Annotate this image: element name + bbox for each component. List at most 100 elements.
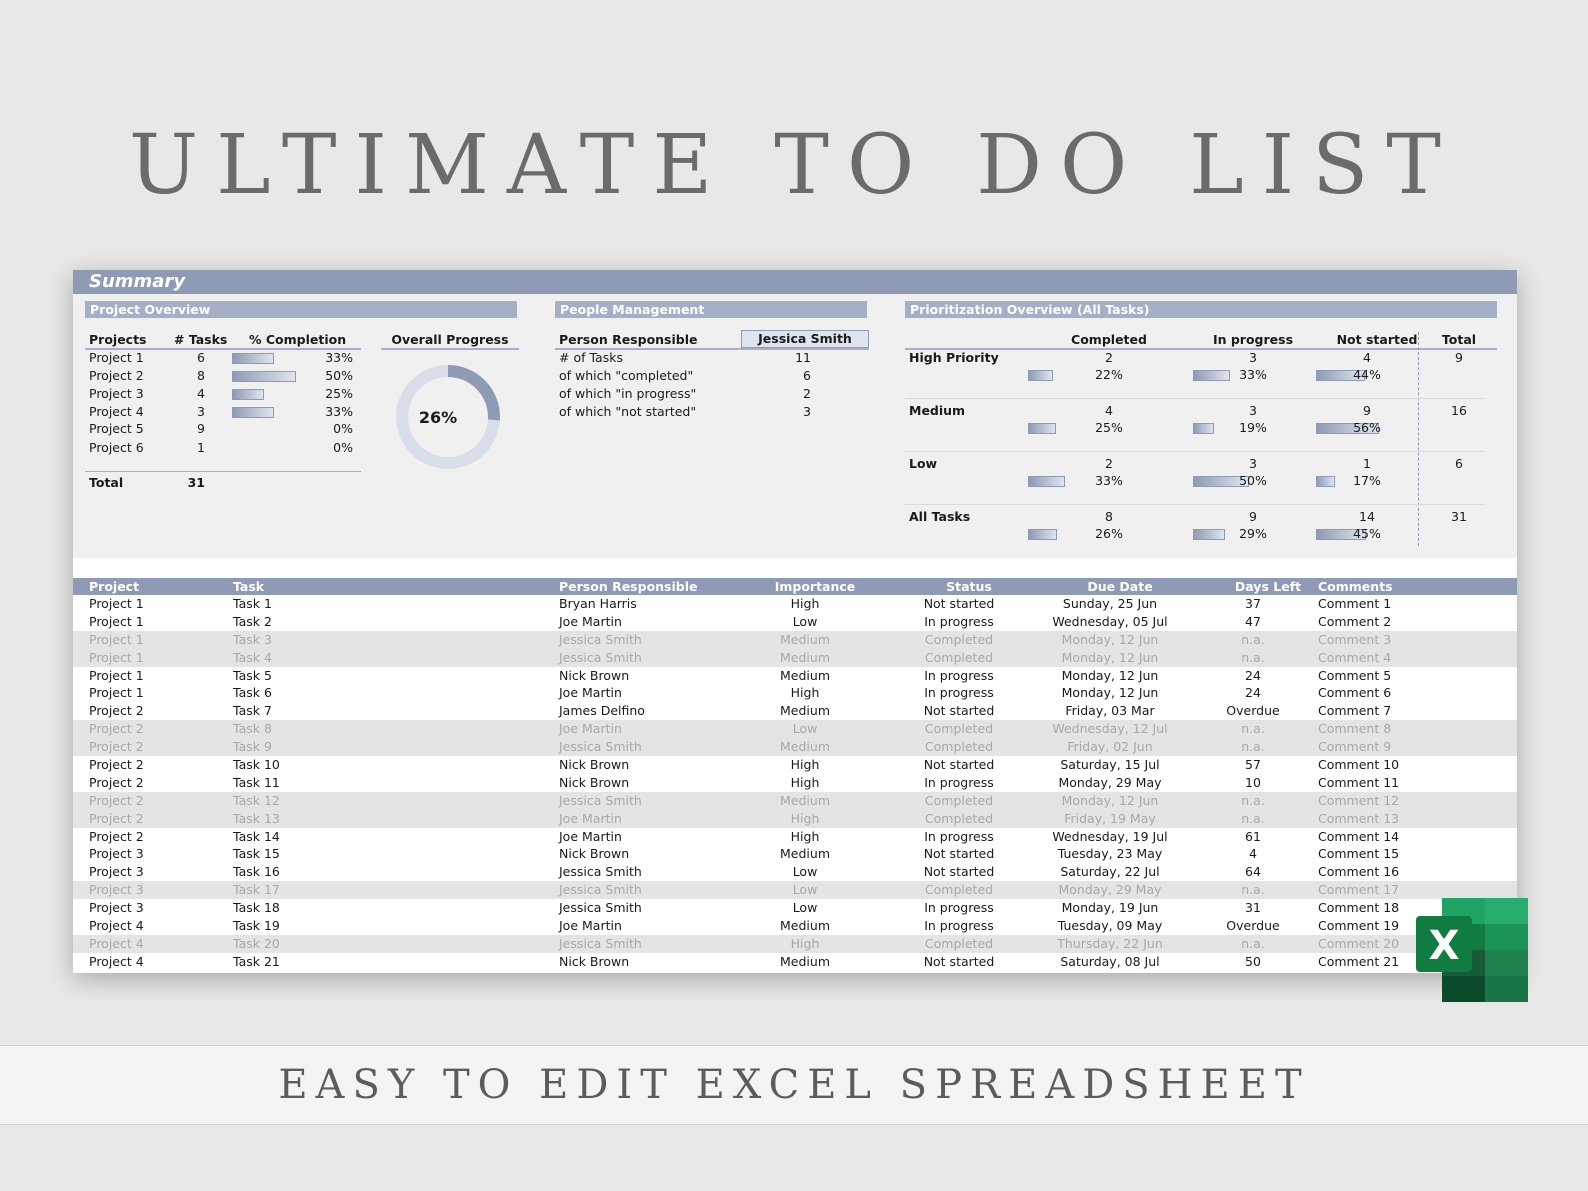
table-row[interactable]: Project 2 Task 13 Joe Martin High Completed F… (73, 809, 1517, 828)
cell-project[interactable]: Project 4 (89, 935, 144, 952)
cell-comment[interactable]: Comment 10 (1318, 756, 1399, 773)
cell-task[interactable]: Task 1 (233, 595, 272, 612)
cell-project[interactable]: Project 2 (89, 810, 144, 827)
cell-person[interactable]: Jessica Smith (559, 631, 642, 648)
cell-task[interactable]: Task 9 (233, 738, 272, 755)
cell-days-left[interactable]: 24 (1245, 684, 1261, 701)
cell-days-left[interactable]: 50 (1245, 953, 1261, 970)
cell-comment[interactable]: Comment 11 (1318, 774, 1399, 791)
cell-importance[interactable]: High (791, 828, 820, 845)
table-row[interactable]: Project 4 Task 21 Nick Brown Medium Not star… (73, 952, 1517, 971)
cell-importance[interactable]: High (791, 684, 820, 701)
cell-status[interactable]: Not started (924, 845, 995, 862)
cell-days-left[interactable]: n.a. (1241, 881, 1265, 898)
cell-importance[interactable]: Low (793, 899, 818, 916)
cell-person[interactable]: Jessica Smith (559, 738, 642, 755)
cell-project[interactable]: Project 4 (89, 953, 144, 970)
cell-comment[interactable]: Comment 6 (1318, 684, 1391, 701)
table-row[interactable]: Project 1 Task 1 Bryan Harris High Not start… (73, 595, 1517, 613)
cell-person[interactable]: Jessica Smith (559, 649, 642, 666)
cell-status[interactable]: Not started (924, 595, 995, 612)
table-row[interactable]: Project 2 Task 9 Jessica Smith Medium Comple… (73, 738, 1517, 757)
cell-comment[interactable]: Comment 16 (1318, 863, 1399, 880)
table-row[interactable]: Project 1 Task 6 Joe Martin High In progress… (73, 684, 1517, 703)
cell-days-left[interactable]: n.a. (1241, 738, 1265, 755)
cell-project[interactable]: Project 2 (89, 702, 144, 719)
cell-task[interactable]: Task 3 (233, 631, 272, 648)
cell-days-left[interactable]: 57 (1245, 756, 1261, 773)
cell-days-left[interactable]: Overdue (1226, 702, 1279, 719)
cell-comment[interactable]: Comment 1 (1318, 595, 1391, 612)
cell-project[interactable]: Project 2 (89, 828, 144, 845)
cell-importance[interactable]: Low (793, 720, 818, 737)
cell-person[interactable]: Nick Brown (559, 756, 629, 773)
cell-task[interactable]: Task 14 (233, 828, 280, 845)
cell-days-left[interactable]: n.a. (1241, 631, 1265, 648)
cell-person[interactable]: Joe Martin (559, 684, 622, 701)
cell-person[interactable]: Nick Brown (559, 667, 629, 684)
cell-days-left[interactable]: 64 (1245, 863, 1261, 880)
table-row[interactable]: Project 1 Task 3 Jessica Smith Medium Comple… (73, 630, 1517, 649)
cell-due-date[interactable]: Saturday, 15 Jul (1060, 756, 1159, 773)
table-row[interactable]: Project 3 Task 16 Jessica Smith Low Not star… (73, 863, 1517, 882)
table-row[interactable]: Project 3 Task 15 Nick Brown Medium Not star… (73, 845, 1517, 864)
th-task[interactable]: Task (233, 578, 264, 595)
cell-task[interactable]: Task 7 (233, 702, 272, 719)
cell-due-date[interactable]: Monday, 12 Jun (1062, 631, 1159, 648)
cell-due-date[interactable]: Wednesday, 19 Jul (1052, 828, 1167, 845)
cell-person[interactable]: James Delfino (559, 702, 645, 719)
cell-project[interactable]: Project 1 (89, 595, 144, 612)
cell-person[interactable]: Bryan Harris (559, 595, 637, 612)
table-row[interactable]: Project 1 Task 4 Jessica Smith Medium Comple… (73, 648, 1517, 667)
cell-importance[interactable]: Medium (780, 649, 830, 666)
cell-days-left[interactable]: n.a. (1241, 792, 1265, 809)
cell-importance[interactable]: Medium (780, 845, 830, 862)
cell-person[interactable]: Joe Martin (559, 613, 622, 630)
cell-project[interactable]: Project 2 (89, 720, 144, 737)
th-comments[interactable]: Comments (1318, 578, 1393, 595)
cell-due-date[interactable]: Monday, 12 Jun (1062, 684, 1159, 701)
cell-comment[interactable]: Comment 21 (1318, 953, 1399, 970)
cell-project[interactable]: Project 1 (89, 631, 144, 648)
cell-due-date[interactable]: Wednesday, 05 Jul (1052, 613, 1167, 630)
cell-due-date[interactable]: Monday, 29 May (1058, 881, 1161, 898)
cell-status[interactable]: Completed (925, 720, 993, 737)
cell-person[interactable]: Nick Brown (559, 953, 629, 970)
cell-days-left[interactable]: 61 (1245, 828, 1261, 845)
cell-person[interactable]: Joe Martin (559, 828, 622, 845)
cell-project[interactable]: Project 3 (89, 881, 144, 898)
cell-status[interactable]: In progress (924, 828, 994, 845)
cell-days-left[interactable]: 4 (1249, 845, 1257, 862)
cell-status[interactable]: Completed (925, 631, 993, 648)
cell-due-date[interactable]: Friday, 19 May (1064, 810, 1156, 827)
th-person[interactable]: Person Responsible (559, 578, 698, 595)
cell-comment[interactable]: Comment 15 (1318, 845, 1399, 862)
cell-project[interactable]: Project 3 (89, 863, 144, 880)
cell-status[interactable]: In progress (924, 684, 994, 701)
cell-comment[interactable]: Comment 12 (1318, 792, 1399, 809)
cell-importance[interactable]: Low (793, 881, 818, 898)
cell-task[interactable]: Task 19 (233, 917, 280, 934)
cell-status[interactable]: In progress (924, 917, 994, 934)
cell-days-left[interactable]: 47 (1245, 613, 1261, 630)
th-days[interactable]: Days Left (1235, 578, 1301, 595)
th-importance[interactable]: Importance (775, 578, 856, 595)
cell-due-date[interactable]: Monday, 12 Jun (1062, 792, 1159, 809)
table-row[interactable]: Project 4 Task 19 Joe Martin Medium In progr… (73, 917, 1517, 935)
cell-person[interactable]: Nick Brown (559, 845, 629, 862)
cell-comment[interactable]: Comment 19 (1318, 917, 1399, 934)
cell-days-left[interactable]: 37 (1245, 595, 1261, 612)
table-row[interactable]: Project 4 Task 20 Jessica Smith High Complet… (73, 934, 1517, 953)
cell-days-left[interactable]: 10 (1245, 774, 1261, 791)
cell-due-date[interactable]: Saturday, 08 Jul (1060, 953, 1159, 970)
cell-days-left[interactable]: n.a. (1241, 810, 1265, 827)
cell-task[interactable]: Task 18 (233, 899, 280, 916)
cell-importance[interactable]: Low (793, 863, 818, 880)
cell-person[interactable]: Joe Martin (559, 917, 622, 934)
cell-task[interactable]: Task 5 (233, 667, 272, 684)
cell-project[interactable]: Project 2 (89, 792, 144, 809)
cell-status[interactable]: In progress (924, 613, 994, 630)
cell-comment[interactable]: Comment 2 (1318, 613, 1391, 630)
cell-comment[interactable]: Comment 17 (1318, 881, 1399, 898)
cell-due-date[interactable]: Sunday, 25 Jun (1063, 595, 1157, 612)
